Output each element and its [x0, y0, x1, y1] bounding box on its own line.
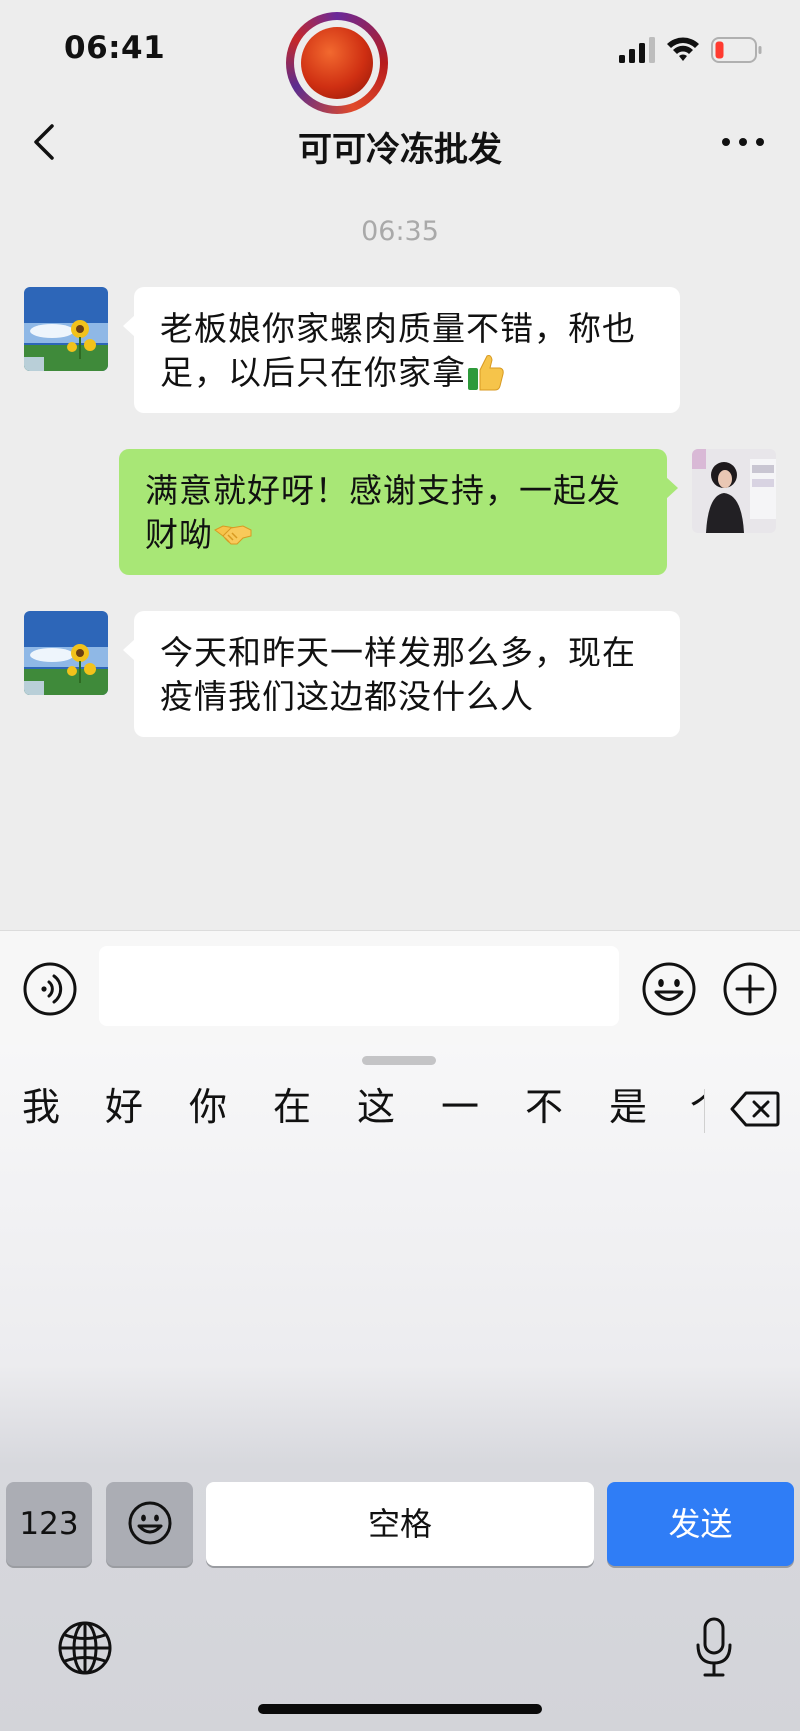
- candidate-word[interactable]: 你: [189, 1079, 227, 1135]
- key-emoji[interactable]: [106, 1482, 193, 1566]
- candidate-divider: [704, 1089, 705, 1133]
- battery-low-icon: [711, 37, 762, 63]
- cellular-signal-icon: [619, 37, 655, 63]
- message-text: 今天和昨天一样发那么多，现在疫情我们这边都没什么人: [160, 633, 636, 716]
- globe-icon[interactable]: [57, 1620, 113, 1676]
- candidate-word[interactable]: 一: [441, 1079, 479, 1135]
- plus-icon[interactable]: [722, 961, 778, 1017]
- chat-header: 可可冷冻批发: [0, 100, 800, 184]
- keyboard: 我 好 你 在 这 一 不 是 个 123 空格 发送: [0, 1045, 800, 1731]
- contact-avatar[interactable]: [24, 611, 108, 695]
- message-input-bar: [0, 930, 800, 1046]
- status-bar: 06:41: [0, 0, 800, 114]
- candidate-word[interactable]: 好: [105, 1079, 143, 1135]
- candidate-word[interactable]: 个: [690, 1079, 704, 1135]
- emoji-icon[interactable]: [641, 961, 697, 1017]
- wifi-icon: [667, 37, 699, 61]
- microphone-icon[interactable]: [694, 1617, 734, 1679]
- message-bubble-incoming[interactable]: 老板娘你家螺肉质量不错，称也足，以后只在你家拿: [123, 287, 680, 413]
- space-key[interactable]: 空格: [206, 1482, 594, 1566]
- handshake-icon: [214, 525, 252, 545]
- candidate-word[interactable]: 这: [357, 1079, 395, 1135]
- message-timestamp: 06:35: [361, 216, 439, 247]
- more-dots-icon[interactable]: [718, 132, 768, 152]
- my-avatar[interactable]: [692, 449, 776, 533]
- home-indicator[interactable]: [258, 1704, 542, 1714]
- chat-title[interactable]: 可可冷冻批发: [0, 122, 800, 171]
- keyboard-drag-handle[interactable]: [362, 1056, 436, 1065]
- status-time: 06:41: [64, 30, 166, 66]
- app-logo-overlay: [286, 12, 388, 114]
- message-bubble-outgoing[interactable]: 满意就好呀！感谢支持，一起发财呦: [119, 449, 678, 575]
- message-bubble-incoming[interactable]: 今天和昨天一样发那么多，现在疫情我们这边都没什么人: [123, 611, 680, 737]
- send-key[interactable]: 发送: [607, 1482, 794, 1566]
- thumbs-up-icon: [468, 355, 504, 391]
- message-text: 老板娘你家螺肉质量不错，称也足，以后只在你家拿: [160, 309, 636, 392]
- voice-icon[interactable]: [22, 961, 78, 1017]
- emoji-face-icon: [128, 1501, 171, 1545]
- candidate-word[interactable]: 不: [525, 1079, 563, 1135]
- key-123[interactable]: 123: [6, 1482, 92, 1566]
- message-input[interactable]: [99, 946, 619, 1026]
- delete-backspace-icon[interactable]: [730, 1089, 780, 1129]
- sunflower-avatar-image: [24, 611, 108, 695]
- contact-avatar[interactable]: [24, 287, 108, 371]
- profile-photo-image: [692, 449, 776, 533]
- sunflower-avatar-image: [24, 287, 108, 371]
- candidate-word[interactable]: 是: [609, 1079, 647, 1135]
- candidate-word[interactable]: 我: [22, 1079, 60, 1135]
- candidate-word[interactable]: 在: [273, 1079, 311, 1135]
- candidate-bar: 我 好 你 在 这 一 不 是 个: [0, 1079, 704, 1139]
